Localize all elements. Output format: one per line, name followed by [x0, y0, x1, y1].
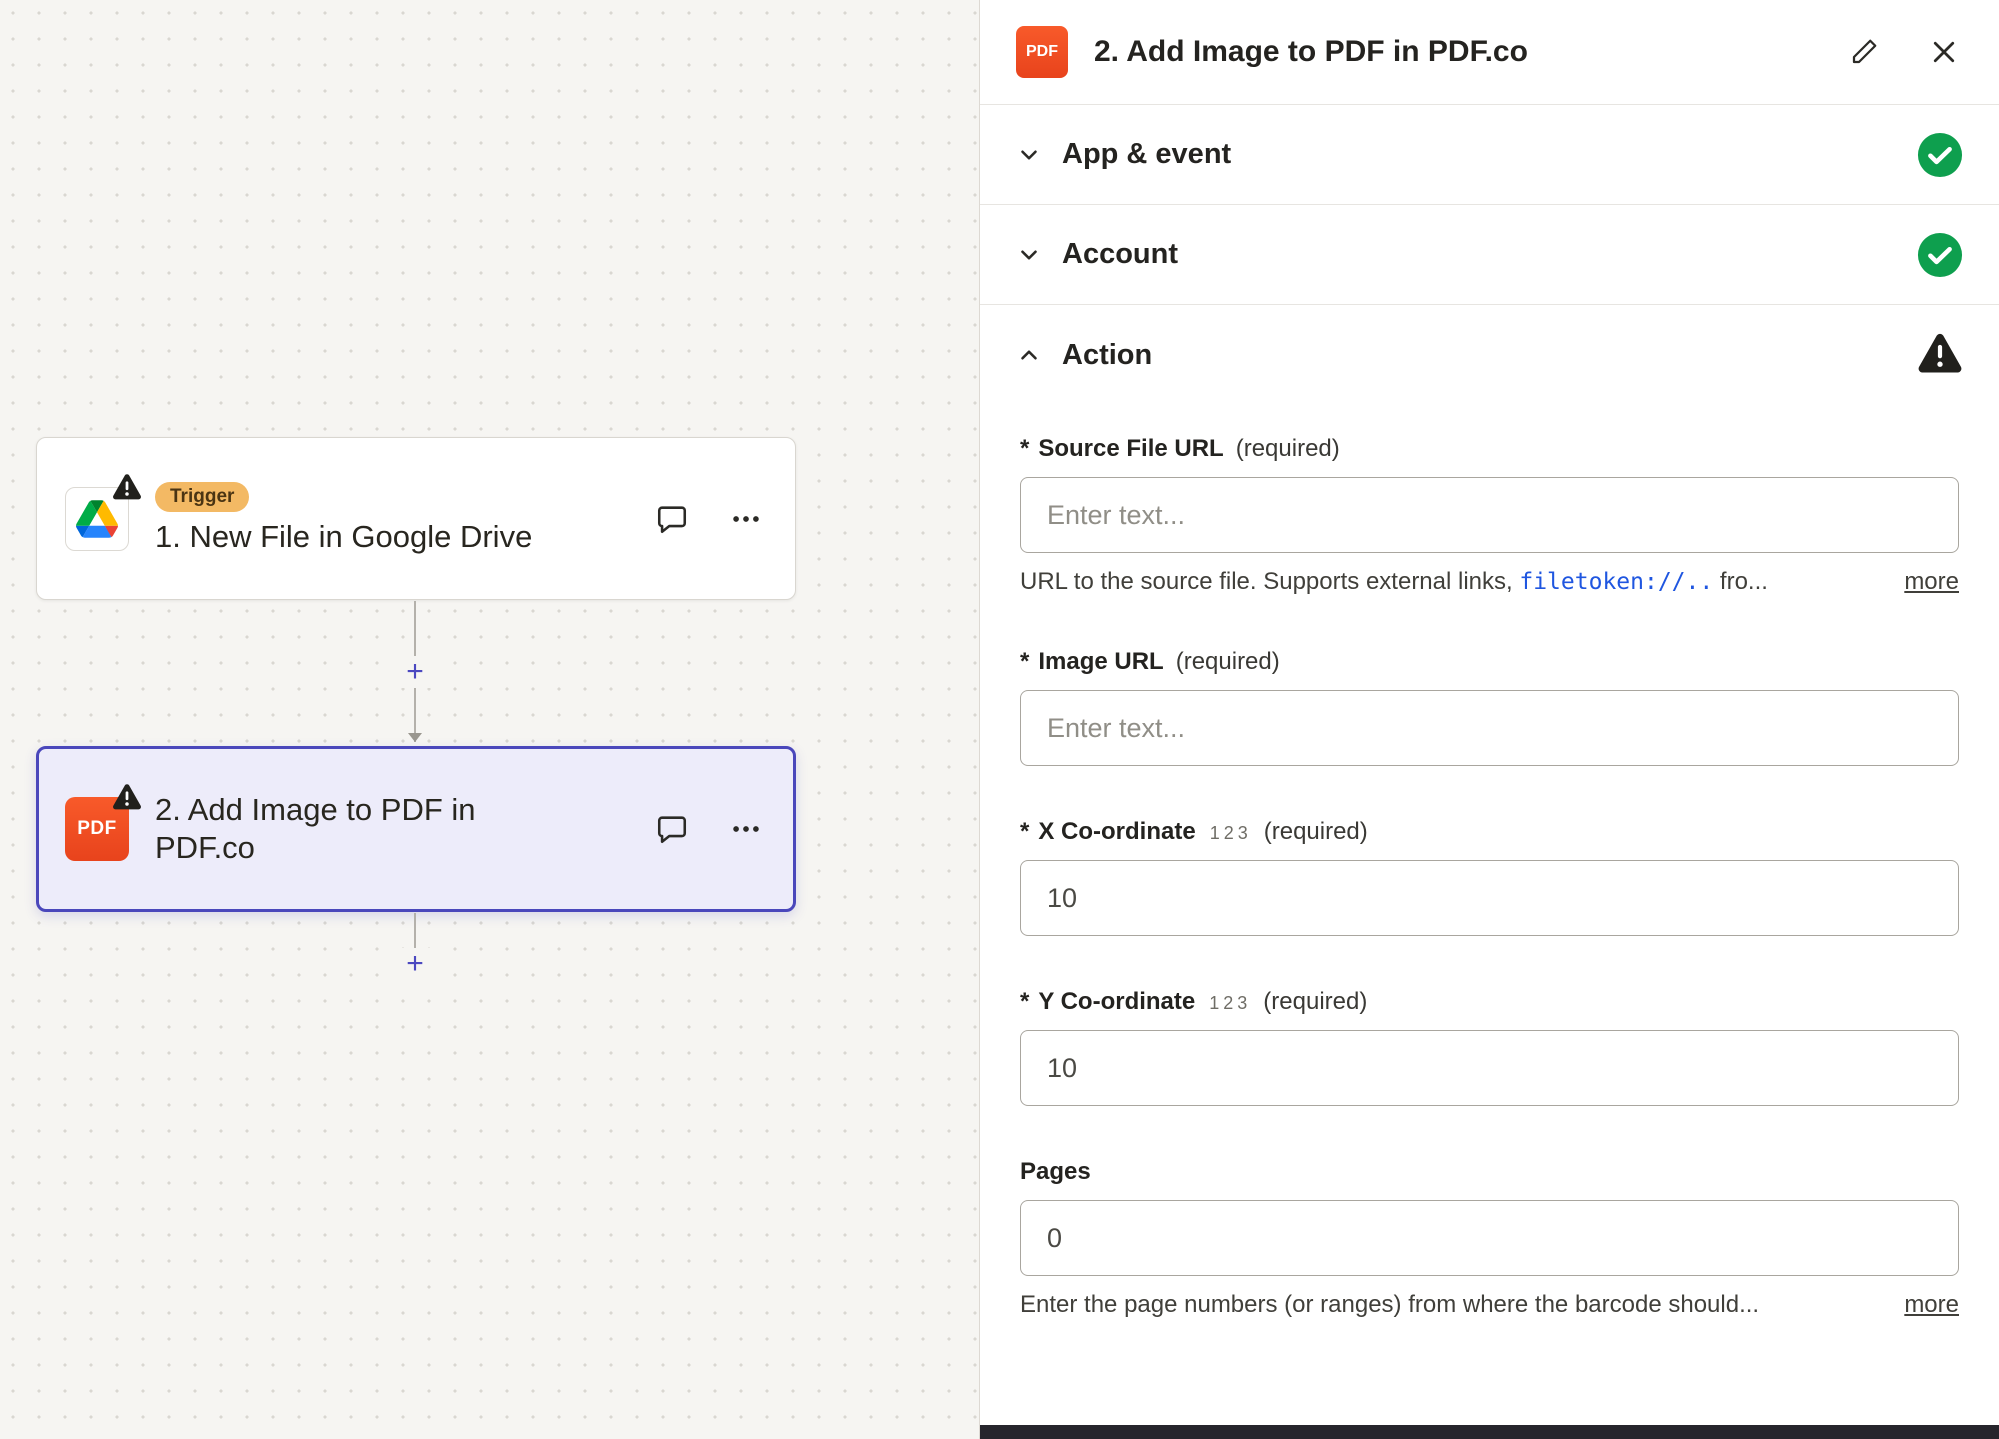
field-label: Pages — [1020, 1158, 1091, 1186]
required-star: * — [1020, 435, 1029, 463]
step1-icon-wrap — [65, 487, 129, 551]
field-source-file-url: * Source File URL (required) URL to the … — [1020, 435, 1959, 596]
pdfco-icon: PDF — [1016, 26, 1068, 78]
field-label: X Co-ordinate — [1038, 818, 1195, 846]
chevron-down-icon — [1016, 142, 1042, 168]
step1-actions — [651, 498, 767, 540]
source-file-url-input[interactable] — [1020, 477, 1959, 553]
warning-icon — [1917, 332, 1963, 378]
field-label: Image URL — [1038, 648, 1163, 676]
field-x-coordinate: * X Co-ordinate 123 (required) — [1020, 818, 1959, 936]
footer-bar — [980, 1425, 1999, 1439]
section-action[interactable]: Action — [980, 305, 1999, 405]
connector-arrow-icon — [408, 733, 422, 742]
panel-header: PDF 2. Add Image to PDF in PDF.co — [980, 0, 1999, 105]
required-note: (required) — [1264, 818, 1368, 846]
close-panel-button[interactable] — [1925, 33, 1963, 71]
required-star: * — [1020, 818, 1029, 846]
required-star: * — [1020, 648, 1029, 676]
field-label-row: Pages — [1020, 1158, 1959, 1186]
step2-actions — [651, 808, 767, 850]
required-note: (required) — [1236, 435, 1340, 463]
warning-icon — [112, 473, 142, 501]
more-options-button[interactable] — [725, 808, 767, 850]
field-y-coordinate: * Y Co-ordinate 123 (required) — [1020, 988, 1959, 1106]
chevron-up-icon — [1016, 342, 1042, 368]
action-form: * Source File URL (required) URL to the … — [980, 405, 1999, 1425]
image-url-input[interactable] — [1020, 690, 1959, 766]
step2-icon-wrap: PDF — [65, 797, 129, 861]
y-coordinate-input[interactable] — [1020, 1030, 1959, 1106]
field-help-row: URL to the source file. Supports externa… — [1020, 568, 1959, 596]
required-note: (required) — [1263, 988, 1367, 1016]
required-star: * — [1020, 988, 1029, 1016]
step-card-new-file-google-drive[interactable]: Trigger 1. New File in Google Drive — [36, 437, 796, 600]
field-help-text: Enter the page numbers (or ranges) from … — [1020, 1291, 1884, 1319]
filetoken-code: filetoken://.. — [1519, 569, 1713, 595]
section-account[interactable]: Account — [980, 205, 1999, 305]
more-link[interactable]: more — [1904, 1291, 1959, 1319]
note-button[interactable] — [651, 808, 693, 850]
panel-header-actions — [1845, 33, 1963, 71]
add-step-button[interactable]: + — [399, 656, 431, 688]
field-label: Source File URL — [1038, 435, 1223, 463]
section-label: Action — [1062, 339, 1917, 372]
number-type-icon: 123 — [1209, 993, 1251, 1014]
note-button[interactable] — [651, 498, 693, 540]
chevron-down-icon — [1016, 242, 1042, 268]
section-app-and-event[interactable]: App & event — [980, 105, 1999, 205]
field-label-row: * Source File URL (required) — [1020, 435, 1959, 463]
help-text-part: fro... — [1713, 568, 1768, 595]
number-type-icon: 123 — [1210, 823, 1252, 844]
required-note: (required) — [1176, 648, 1280, 676]
field-label-row: * Y Co-ordinate 123 (required) — [1020, 988, 1959, 1016]
step2-title: 2. Add Image to PDF in PDF.co — [155, 791, 555, 867]
pages-input[interactable] — [1020, 1200, 1959, 1276]
field-pages: Pages Enter the page numbers (or ranges)… — [1020, 1158, 1959, 1319]
field-image-url: * Image URL (required) — [1020, 648, 1959, 766]
complete-check-icon — [1917, 132, 1963, 178]
section-label: Account — [1062, 238, 1917, 271]
step1-title: 1. New File in Google Drive — [155, 518, 555, 556]
complete-check-icon — [1917, 232, 1963, 278]
step-card-add-image-to-pdf[interactable]: PDF 2. Add Image to PDF in PDF.co — [36, 746, 796, 912]
field-label-row: * X Co-ordinate 123 (required) — [1020, 818, 1959, 846]
more-link[interactable]: more — [1904, 568, 1959, 596]
help-text-part: URL to the source file. Supports externa… — [1020, 568, 1519, 595]
step1-text: Trigger 1. New File in Google Drive — [155, 482, 639, 556]
field-help-text: URL to the source file. Supports externa… — [1020, 568, 1884, 596]
rename-step-button[interactable] — [1845, 33, 1883, 71]
panel-title: 2. Add Image to PDF in PDF.co — [1094, 35, 1845, 69]
add-step-button[interactable]: + — [399, 948, 431, 980]
warning-icon — [112, 783, 142, 811]
field-help-row: Enter the page numbers (or ranges) from … — [1020, 1291, 1959, 1319]
field-label: Y Co-ordinate — [1038, 988, 1195, 1016]
more-options-button[interactable] — [725, 498, 767, 540]
section-label: App & event — [1062, 138, 1917, 171]
field-label-row: * Image URL (required) — [1020, 648, 1959, 676]
step-config-panel: PDF 2. Add Image to PDF in PDF.co App & … — [980, 0, 1999, 1439]
step2-text: 2. Add Image to PDF in PDF.co — [155, 791, 639, 867]
x-coordinate-input[interactable] — [1020, 860, 1959, 936]
workflow-canvas[interactable]: Trigger 1. New File in Google Drive + PD… — [0, 0, 980, 1439]
trigger-badge: Trigger — [155, 482, 249, 512]
